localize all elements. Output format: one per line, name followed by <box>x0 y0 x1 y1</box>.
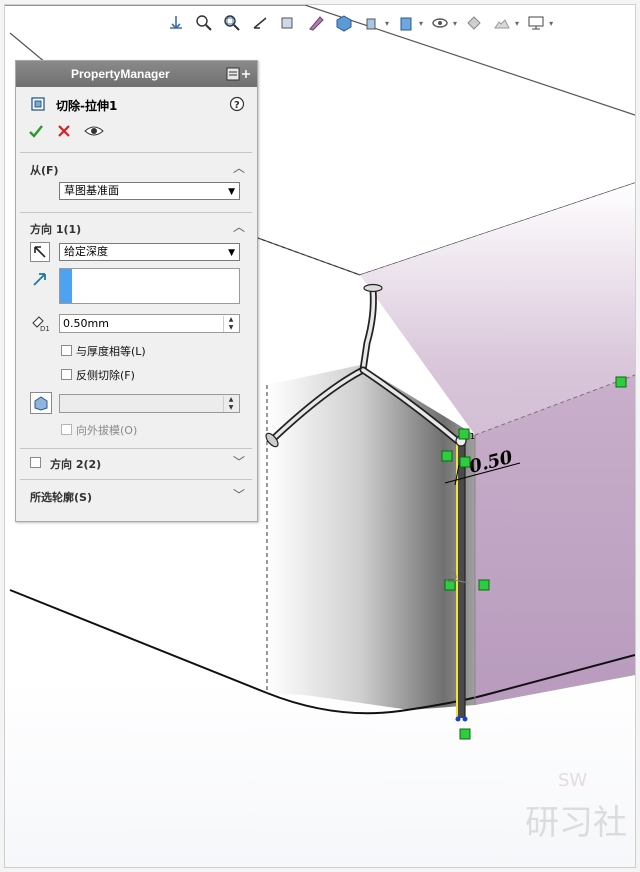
view-cube-icon[interactable] <box>333 12 355 34</box>
from-combo[interactable]: 草图基准面 ▼ <box>59 182 240 200</box>
chevron-down-icon[interactable]: ▾ <box>453 19 457 28</box>
draft-angle-input[interactable]: ▲ ▼ <box>59 394 240 413</box>
direction-selection-box[interactable] <box>59 268 240 304</box>
cancel-button[interactable] <box>56 123 72 145</box>
ok-button[interactable] <box>28 123 44 145</box>
end-condition-combo[interactable]: 给定深度 ▼ <box>59 243 240 261</box>
direction2-section-header[interactable]: 方向 2(2) <box>50 456 101 472</box>
draft-outward-checkbox[interactable] <box>61 424 72 435</box>
edit-appearance-icon[interactable] <box>429 12 451 34</box>
pin-icon[interactable] <box>225 66 253 86</box>
preview-eye-icon[interactable] <box>84 123 104 145</box>
dropdown-arrow-icon: ▼ <box>228 187 235 197</box>
chevron-up-icon[interactable]: ︿ <box>233 218 245 235</box>
property-manager-panel: PropertyManager 切除-拉伸1 ? 从(F) ︿ 草图基准面 ▼ … <box>15 60 258 522</box>
property-manager-header: PropertyManager <box>16 61 257 87</box>
section-view-icon[interactable] <box>277 12 299 34</box>
flip-side-label: 反侧切除(F) <box>76 369 135 382</box>
chevron-down-icon[interactable]: ▾ <box>549 19 553 28</box>
dropdown-arrow-icon: ▼ <box>228 248 235 258</box>
feature-row: 切除-拉伸1 ? <box>16 89 257 115</box>
end-condition-value: 给定深度 <box>64 245 108 258</box>
chevron-up-icon[interactable]: ︿ <box>233 159 245 176</box>
zoom-to-fit-icon[interactable] <box>193 12 215 34</box>
direction1-section-header[interactable]: 方向 1(1) <box>30 221 81 237</box>
depth-spinner[interactable]: ▲ ▼ <box>223 316 238 332</box>
link-thickness-checkbox[interactable] <box>61 345 72 356</box>
selection-highlight <box>60 269 72 303</box>
view-orientation-icon[interactable] <box>165 12 187 34</box>
apply-scene-icon[interactable] <box>463 12 485 34</box>
draft-spinner[interactable]: ▲ ▼ <box>223 396 238 412</box>
zoom-area-icon[interactable] <box>221 12 243 34</box>
chevron-down-icon[interactable]: ▾ <box>385 19 389 28</box>
property-manager-title: PropertyManager <box>71 67 170 81</box>
direction2-checkbox[interactable] <box>30 457 41 468</box>
reverse-direction-button[interactable] <box>30 242 50 262</box>
depth-icon: D1 <box>30 314 52 336</box>
chevron-down-icon[interactable]: ﹀ <box>233 486 245 503</box>
display-style-icon[interactable] <box>361 12 383 34</box>
hide-show-icon[interactable] <box>395 12 417 34</box>
help-icon[interactable]: ? <box>229 96 245 116</box>
depth-value: 0.50mm <box>63 317 109 330</box>
draft-outward-label: 向外拔模(O) <box>76 424 138 437</box>
svg-text:?: ? <box>234 100 240 111</box>
graphics-area[interactable]: 0.50 1 SW 研习社 ▾ ▾ ▾ ▾ ▾ PropertyManager … <box>5 5 635 867</box>
chevron-down-icon[interactable]: ﹀ <box>233 453 245 470</box>
from-section-header[interactable]: 从(F) <box>30 162 59 178</box>
cut-extrude-icon <box>30 96 48 116</box>
view-settings-icon[interactable] <box>525 12 547 34</box>
selected-contours-header[interactable]: 所选轮廓(S) <box>30 489 92 505</box>
link-thickness-label: 与厚度相等(L) <box>76 345 146 358</box>
scene-icon[interactable] <box>491 12 513 34</box>
direction-arrow-icon <box>32 271 48 291</box>
svg-text:1: 1 <box>470 432 475 441</box>
watermark-sw: SW <box>558 770 588 791</box>
previous-view-icon[interactable] <box>249 12 271 34</box>
action-buttons <box>28 123 104 145</box>
heads-up-toolbar: ▾ ▾ ▾ ▾ ▾ <box>165 9 553 37</box>
from-combo-value: 草图基准面 <box>64 184 119 197</box>
draft-button[interactable] <box>30 392 52 414</box>
svg-text:D1: D1 <box>40 325 50 332</box>
feature-name: 切除-拉伸1 <box>56 99 118 113</box>
chevron-down-icon[interactable]: ▾ <box>419 19 423 28</box>
chevron-down-icon[interactable]: ▾ <box>515 19 519 28</box>
flip-side-checkbox[interactable] <box>61 369 72 380</box>
watermark-text: 研习社 <box>525 803 627 843</box>
dynamic-annotation-icon[interactable] <box>305 12 327 34</box>
depth-input[interactable]: 0.50mm ▲ ▼ <box>59 314 240 333</box>
